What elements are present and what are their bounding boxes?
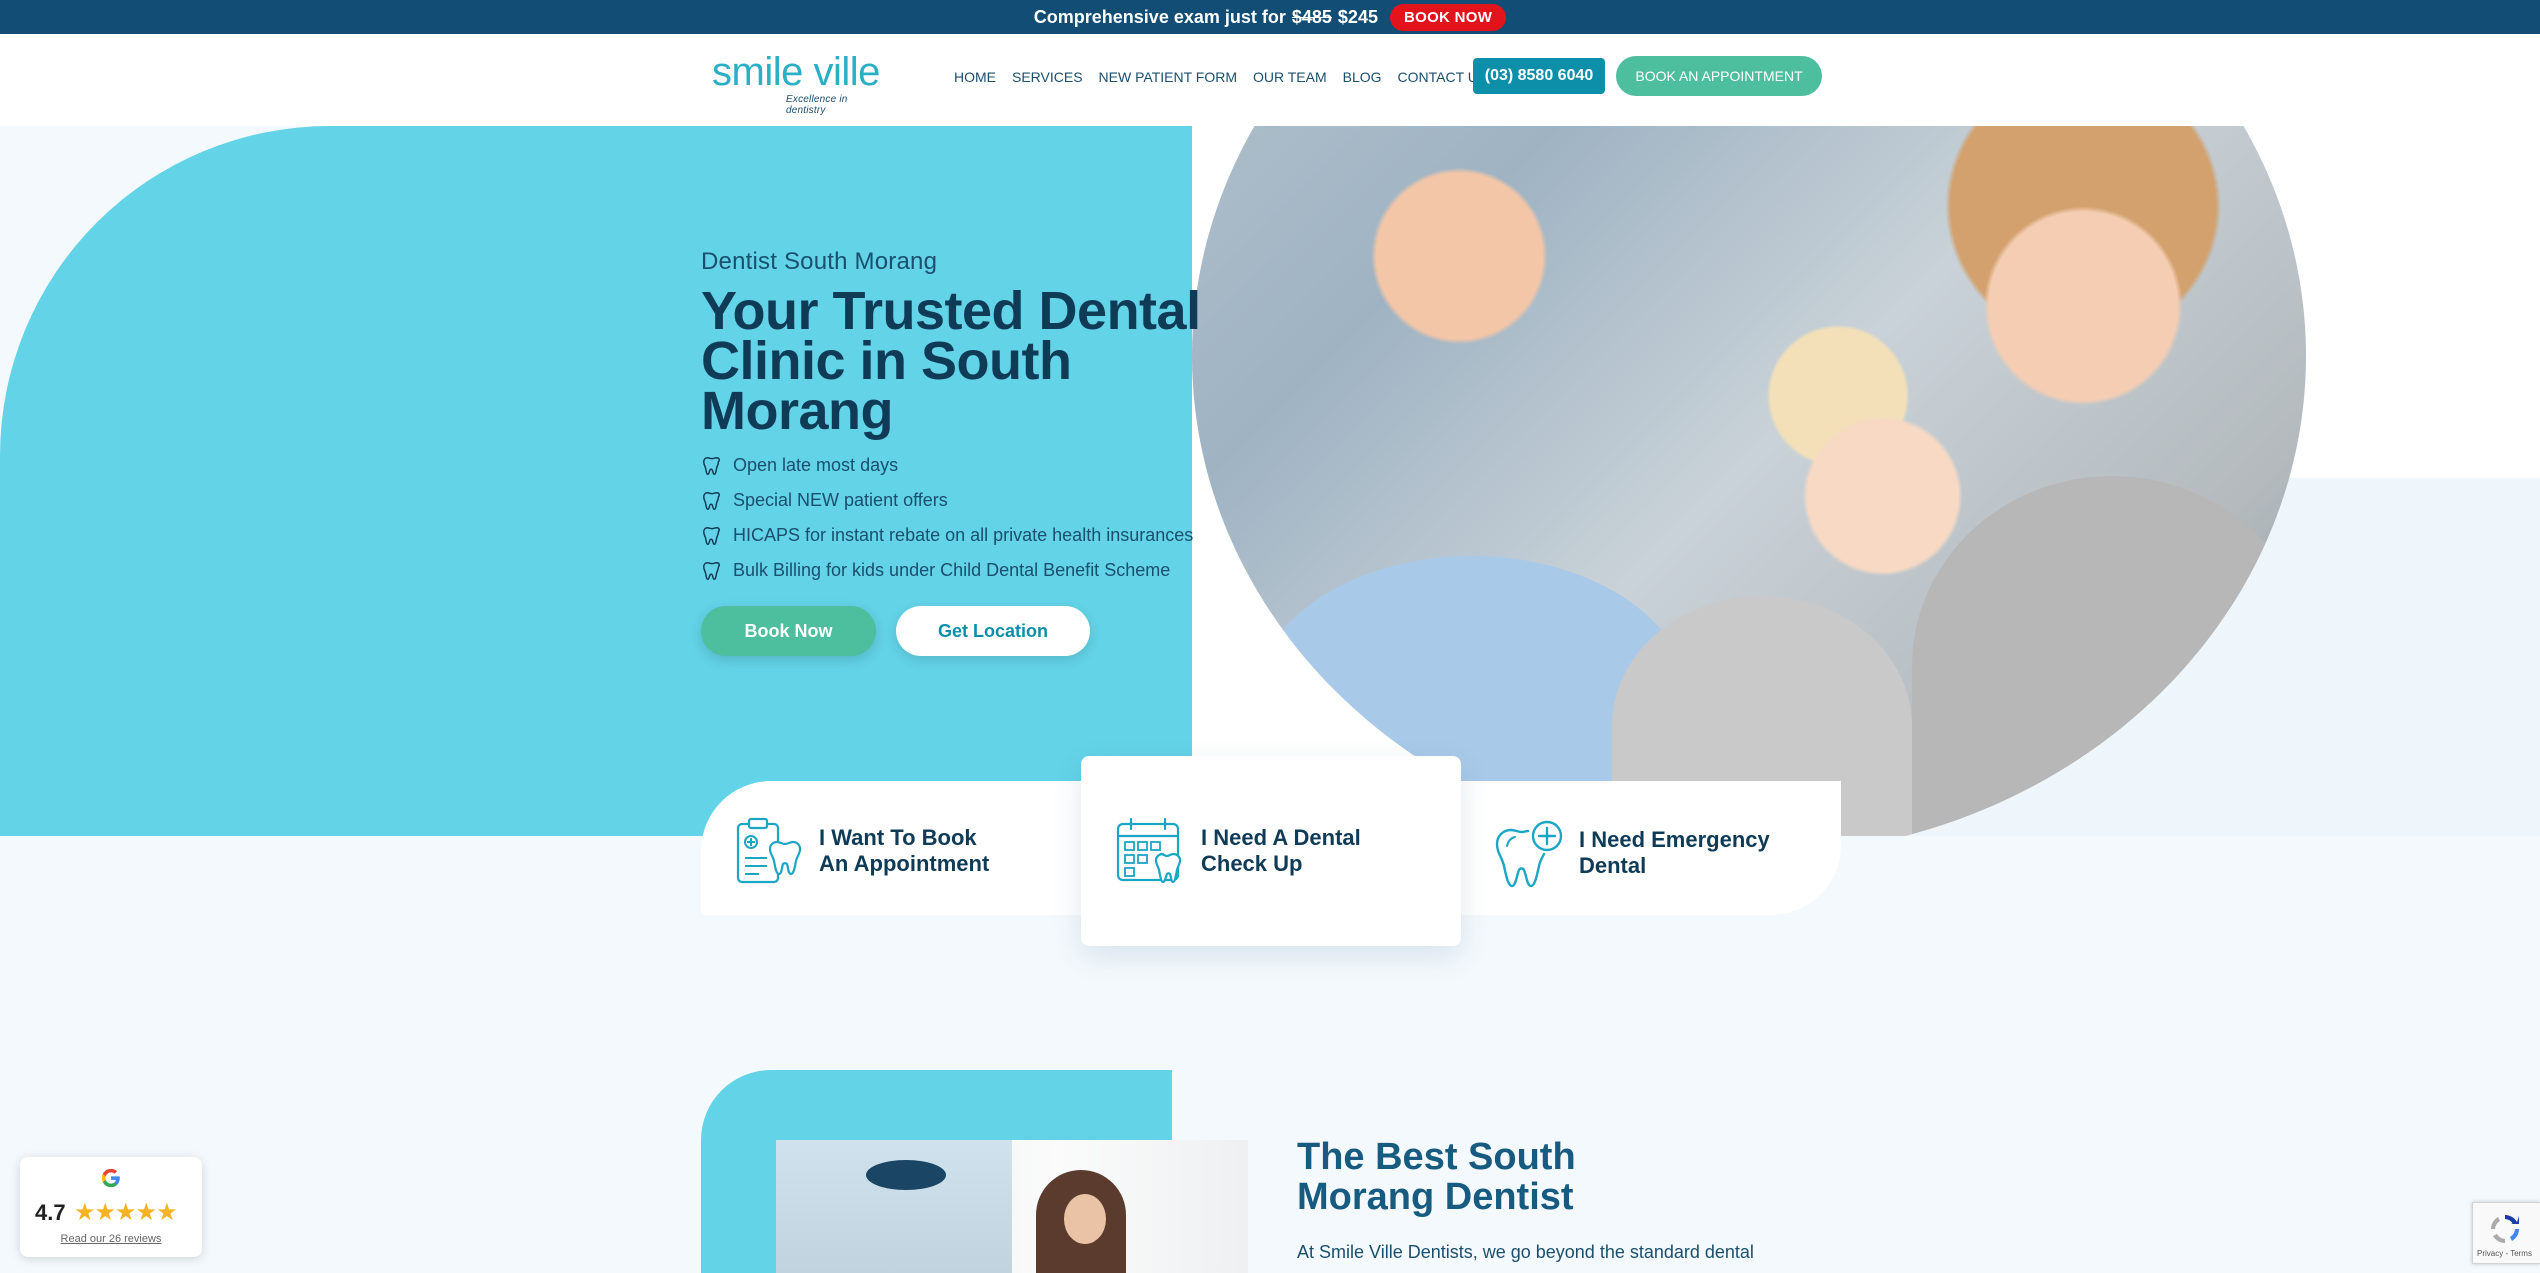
review-score: 4.7 [35, 1200, 66, 1225]
nav-blog[interactable]: BLOG [1343, 69, 1382, 85]
tooth-plus-icon [1495, 820, 1563, 888]
promo-new-price: $245 [1337, 6, 1378, 27]
promo-text: Comprehensive exam just for [1033, 6, 1286, 27]
logo[interactable]: smile ville Excellence in dentistry [712, 50, 882, 116]
promo-bar: Comprehensive exam just for $485 $245 BO… [0, 0, 2540, 34]
card-dental-check-up[interactable]: I Need A Dental Check Up [1081, 756, 1461, 946]
list-item: Bulk Billing for kids under Child Dental… [701, 553, 1201, 588]
hero-family-photo [1192, 126, 2306, 836]
nav-services[interactable]: SERVICES [1012, 69, 1083, 85]
card-book-appointment[interactable]: I Want To Book An Appointment [735, 816, 999, 886]
nav-our-team[interactable]: OUR TEAM [1253, 69, 1327, 85]
recaptcha-badge[interactable]: Privacy - Terms [2472, 1202, 2540, 1264]
tooth-icon [703, 456, 720, 475]
about-text: At Smile Ville Dentists, we go beyond th… [1297, 1242, 1754, 1262]
tooth-icon [703, 526, 720, 545]
site-header: smile ville Excellence in dentistry HOME… [0, 34, 2540, 126]
card-label: I Need A Dental Check Up [1201, 825, 1361, 876]
card-label: I Want To Book An Appointment [819, 825, 990, 876]
card-emergency-dental[interactable]: I Need Emergency Dental [1493, 818, 1789, 888]
about-title: The Best South Morang Dentist [1297, 1136, 1576, 1218]
hero-photo-area [1192, 126, 2540, 836]
tooth-icon [703, 491, 720, 510]
google-reviews-badge[interactable]: 4.7 ★★★★★ Read our 26 reviews [20, 1157, 202, 1257]
logo-text: smile ville [712, 50, 880, 94]
nav-home[interactable]: HOME [954, 69, 996, 85]
hero-title: Your Trusted Dental Clinic in South Mora… [701, 281, 1201, 441]
card-label: I Need Emergency Dental [1579, 827, 1770, 878]
google-icon [101, 1168, 120, 1188]
clipboard-tooth-icon [736, 817, 802, 884]
about-clinic-photo [776, 1140, 1248, 1273]
hero-feature-list: Open late most days Special NEW patient … [701, 448, 1201, 588]
list-item: HICAPS for instant rebate on all private… [701, 518, 1201, 553]
recaptcha-terms[interactable]: Privacy - Terms [2477, 1249, 2532, 1258]
list-item: Open late most days [701, 448, 1201, 483]
recaptcha-icon [2491, 1215, 2519, 1243]
logo-tagline: Excellence in dentistry [786, 94, 848, 116]
get-location-button[interactable]: Get Location [896, 606, 1090, 656]
list-item: Special NEW patient offers [701, 483, 1201, 518]
book-appointment-button[interactable]: BOOK AN APPOINTMENT [1616, 56, 1822, 96]
promo-book-now-button[interactable]: BOOK NOW [1389, 3, 1507, 31]
calendar-tooth-icon [1116, 817, 1182, 884]
phone-button[interactable]: (03) 8580 6040 [1473, 58, 1605, 94]
hero-eyebrow: Dentist South Morang [701, 248, 938, 275]
hero-content: Dentist South Morang Your Trusted Dental… [701, 248, 1201, 588]
review-stars: ★★★★★ [74, 1199, 178, 1226]
nav-new-patient-form[interactable]: NEW PATIENT FORM [1099, 69, 1237, 85]
book-now-button[interactable]: Book Now [701, 606, 876, 656]
main-nav: HOME SERVICES NEW PATIENT FORM OUR TEAM … [954, 69, 1503, 85]
promo-old-price: $485 [1291, 6, 1332, 27]
read-reviews-link[interactable]: Read our 26 reviews [20, 1233, 202, 1245]
tooth-icon [703, 561, 720, 580]
